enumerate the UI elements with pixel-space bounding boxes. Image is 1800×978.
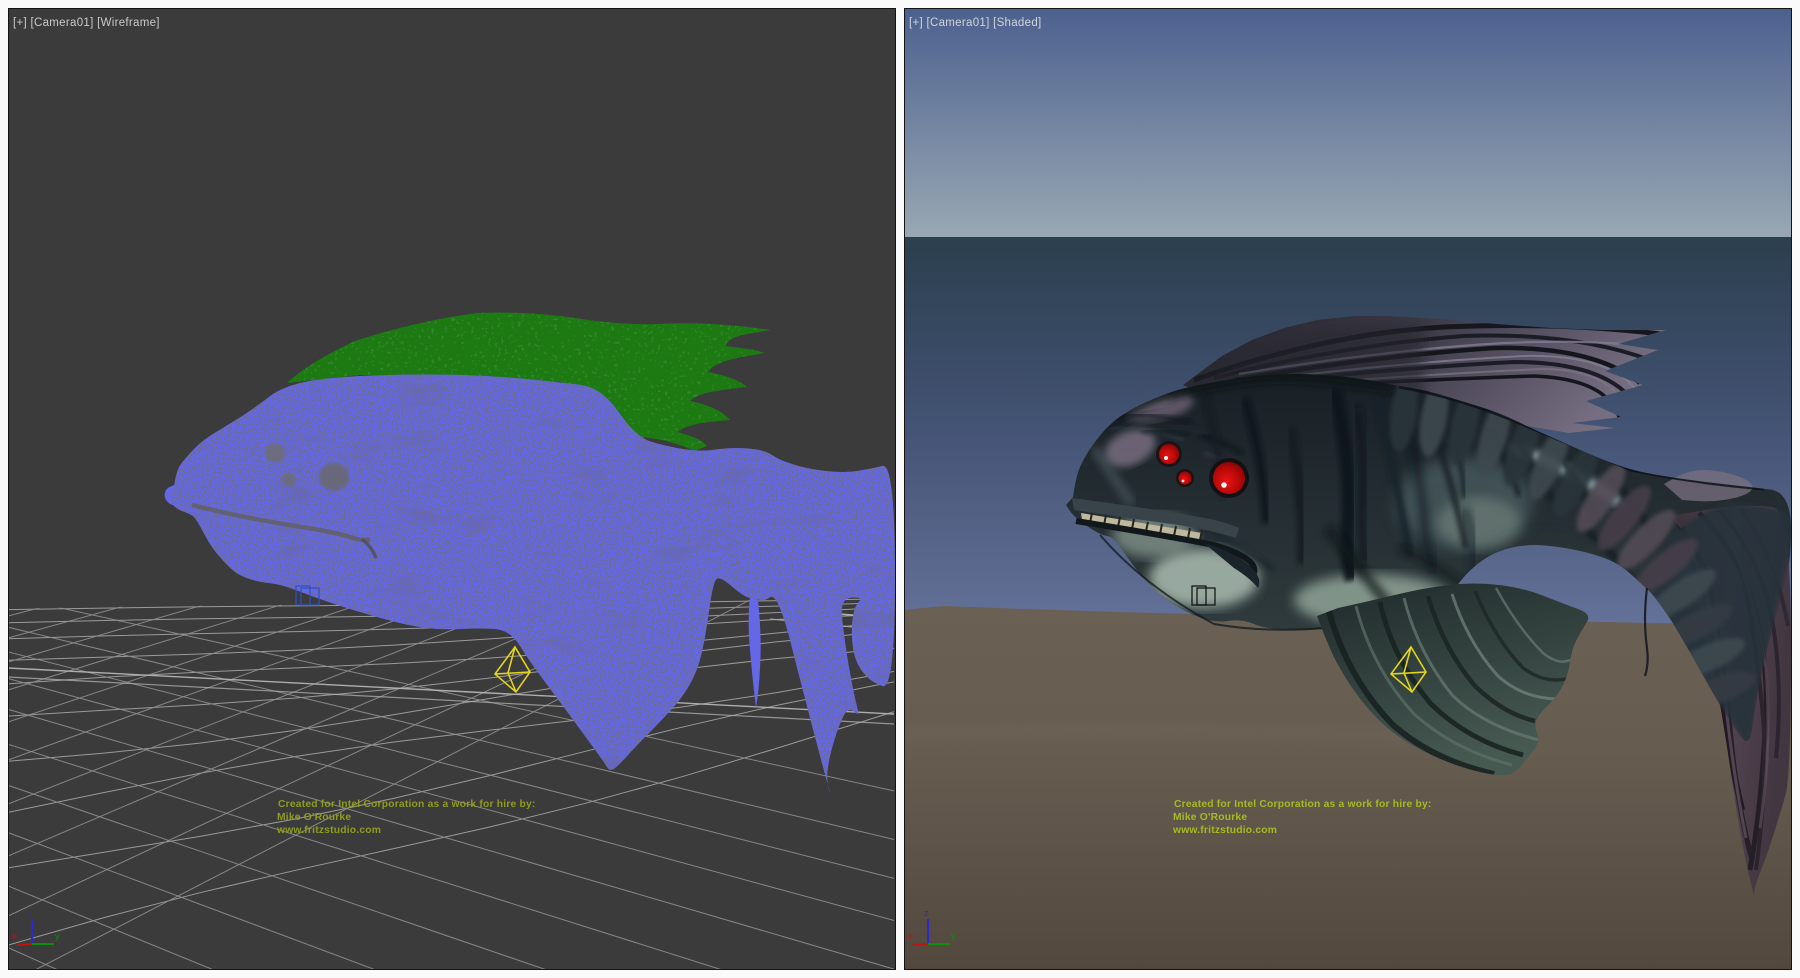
svg-text:x: x — [12, 931, 17, 942]
svg-text:Created for Intel Corporation: Created for Intel Corporation as a work … — [1174, 799, 1432, 810]
svg-text:www.fritzstudio.com: www.fritzstudio.com — [276, 825, 381, 836]
svg-text:z: z — [28, 908, 33, 919]
svg-text:Mike O'Rourke: Mike O'Rourke — [1173, 812, 1247, 823]
svg-text:[+] [Camera01] [Shaded]: [+] [Camera01] [Shaded] — [909, 17, 1042, 29]
svg-text:Mike O'Rourke: Mike O'Rourke — [277, 812, 351, 823]
svg-text:y: y — [55, 931, 60, 942]
svg-text:[+] [Camera01] [Wireframe]: [+] [Camera01] [Wireframe] — [13, 17, 160, 29]
svg-text:y: y — [951, 931, 956, 942]
svg-text:z: z — [924, 908, 929, 919]
svg-text:www.fritzstudio.com: www.fritzstudio.com — [1172, 825, 1277, 836]
svg-text:Created for Intel Corporation: Created for Intel Corporation as a work … — [278, 799, 536, 810]
svg-text:x: x — [908, 931, 913, 942]
